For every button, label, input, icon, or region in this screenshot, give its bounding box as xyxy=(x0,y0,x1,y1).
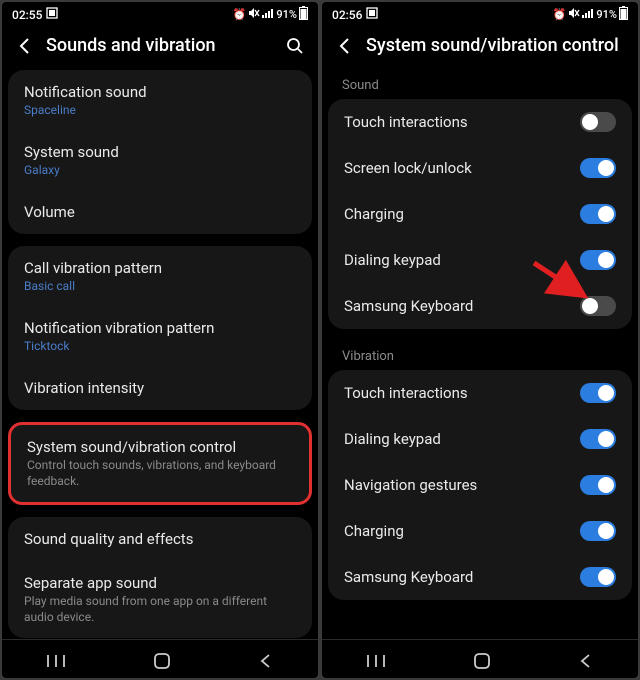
settings-row[interactable]: Charging xyxy=(328,191,632,237)
status-bar: 02:55 ⏰ 91% xyxy=(2,2,318,25)
settings-card: System sound/vibration control Control to… xyxy=(8,422,312,505)
row-sublabel: Basic call xyxy=(24,279,296,293)
toggle-switch[interactable] xyxy=(580,567,616,587)
row-sublabel: Ticktock xyxy=(24,339,296,353)
row-label: Notification sound xyxy=(24,83,296,101)
row-label: Charging xyxy=(344,205,580,223)
back-button[interactable] xyxy=(258,653,274,669)
battery-icon xyxy=(619,6,628,23)
row-sublabel: Galaxy xyxy=(24,163,296,177)
row-label: Navigation gestures xyxy=(344,476,580,494)
row-label: Notification vibration pattern xyxy=(24,319,296,337)
toggle-switch[interactable] xyxy=(580,250,616,270)
row-label: Dialing keypad xyxy=(344,430,580,448)
phone-right: 02:56 ⏰ 91% System sound/vibration contr… xyxy=(322,2,638,678)
settings-card: Notification sound Spaceline System sound G… xyxy=(8,70,312,234)
recents-button[interactable] xyxy=(46,653,66,669)
toggle-switch[interactable] xyxy=(580,204,616,224)
settings-row[interactable]: Touch interactions xyxy=(328,370,632,416)
section-label: Vibration xyxy=(328,341,632,370)
battery-pct: 91% xyxy=(276,8,297,21)
settings-card: Call vibration pattern Basic call Notifica… xyxy=(8,246,312,410)
screenshot-icon xyxy=(366,7,378,22)
header: System sound/vibration control xyxy=(322,25,638,70)
toggle-switch[interactable] xyxy=(580,158,616,178)
row-label: Samsung Keyboard xyxy=(344,568,580,586)
settings-card: Sound quality and effects Separate app so… xyxy=(8,517,312,638)
battery-icon xyxy=(299,6,308,23)
row-description: Control touch sounds, vibrations, and ke… xyxy=(27,458,293,489)
alarm-icon: ⏰ xyxy=(233,8,247,21)
row-label: Touch interactions xyxy=(344,113,580,131)
settings-row[interactable]: Separate app sound Play media sound from … xyxy=(8,561,312,638)
toggle-switch[interactable] xyxy=(580,296,616,316)
mute-icon xyxy=(568,7,580,22)
status-time: 02:56 xyxy=(332,8,362,22)
toggle-switch[interactable] xyxy=(580,475,616,495)
toggle-switch[interactable] xyxy=(580,521,616,541)
navbar xyxy=(322,639,638,678)
back-button[interactable] xyxy=(578,653,594,669)
row-label: Vibration intensity xyxy=(24,379,296,397)
settings-list[interactable]: Sound Touch interactions Screen lock/unloc… xyxy=(322,70,638,639)
settings-card: Touch interactions Screen lock/unlock Char… xyxy=(328,99,632,329)
settings-row[interactable]: System sound/vibration control Control to… xyxy=(11,425,309,502)
page-title: Sounds and vibration xyxy=(46,35,274,56)
back-icon[interactable] xyxy=(336,37,354,55)
row-label: Separate app sound xyxy=(24,574,296,592)
settings-row[interactable]: Volume xyxy=(8,190,312,234)
settings-row[interactable]: Notification sound Spaceline xyxy=(8,70,312,130)
row-label: System sound/vibration control xyxy=(27,438,293,456)
settings-row[interactable]: Call vibration pattern Basic call xyxy=(8,246,312,306)
mute-icon xyxy=(248,7,260,22)
row-label: System sound xyxy=(24,143,296,161)
status-bar: 02:56 ⏰ 91% xyxy=(322,2,638,25)
home-button[interactable] xyxy=(153,652,171,670)
settings-row[interactable]: Samsung Keyboard xyxy=(328,554,632,600)
row-label: Call vibration pattern xyxy=(24,259,296,277)
row-label: Sound quality and effects xyxy=(24,530,296,548)
status-time: 02:55 xyxy=(12,8,42,22)
settings-row[interactable]: Dialing keypad xyxy=(328,416,632,462)
settings-row[interactable]: Vibration intensity xyxy=(8,366,312,410)
toggle-switch[interactable] xyxy=(580,383,616,403)
row-label: Volume xyxy=(24,203,296,221)
signal-icon xyxy=(262,8,274,21)
row-description: Play media sound from one app on a diffe… xyxy=(24,594,296,625)
settings-row[interactable]: Touch interactions xyxy=(328,99,632,145)
home-button[interactable] xyxy=(473,652,491,670)
settings-list[interactable]: Notification sound Spaceline System sound G… xyxy=(2,70,318,639)
screenshot-icon xyxy=(46,7,58,22)
settings-row[interactable]: Navigation gestures xyxy=(328,462,632,508)
settings-row[interactable]: Screen lock/unlock xyxy=(328,145,632,191)
header: Sounds and vibration xyxy=(2,25,318,70)
settings-row[interactable]: Dialing keypad xyxy=(328,237,632,283)
search-icon[interactable] xyxy=(286,37,304,55)
battery-pct: 91% xyxy=(596,8,617,21)
signal-icon xyxy=(582,8,594,21)
phone-left: 02:55 ⏰ 91% Sounds and vibration xyxy=(2,2,318,678)
settings-row[interactable]: Charging xyxy=(328,508,632,554)
settings-row[interactable]: Sound quality and effects xyxy=(8,517,312,561)
navbar xyxy=(2,639,318,678)
settings-row[interactable]: Notification vibration pattern Ticktock xyxy=(8,306,312,366)
settings-card: Touch interactions Dialing keypad Navigati… xyxy=(328,370,632,600)
back-icon[interactable] xyxy=(16,37,34,55)
settings-row[interactable]: System sound Galaxy xyxy=(8,130,312,190)
row-label: Touch interactions xyxy=(344,384,580,402)
row-label: Charging xyxy=(344,522,580,540)
row-label: Samsung Keyboard xyxy=(344,297,580,315)
row-label: Screen lock/unlock xyxy=(344,159,580,177)
section-label: Sound xyxy=(328,70,632,99)
recents-button[interactable] xyxy=(366,653,386,669)
toggle-switch[interactable] xyxy=(580,429,616,449)
toggle-switch[interactable] xyxy=(580,112,616,132)
settings-row[interactable]: Samsung Keyboard xyxy=(328,283,632,329)
alarm-icon: ⏰ xyxy=(553,8,567,21)
row-label: Dialing keypad xyxy=(344,251,580,269)
page-title: System sound/vibration control xyxy=(366,35,624,56)
row-sublabel: Spaceline xyxy=(24,103,296,117)
